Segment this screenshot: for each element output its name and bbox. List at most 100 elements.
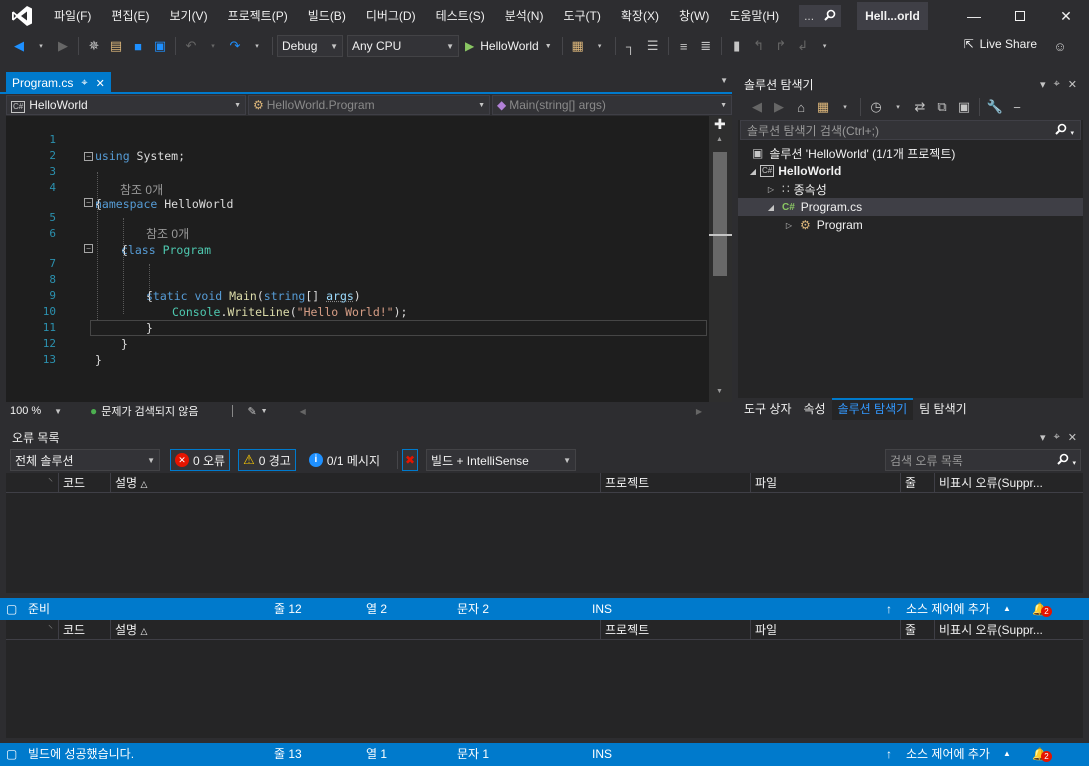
codelens-text[interactable]: 참조 0개 bbox=[120, 182, 163, 198]
column-header-file[interactable]: 파일 bbox=[750, 619, 900, 640]
undo-icon[interactable]: ↶ bbox=[181, 36, 201, 56]
column-header-project[interactable]: 프로젝트 bbox=[600, 619, 750, 640]
close-button[interactable]: ✕ bbox=[1043, 0, 1089, 32]
bookmark-icon[interactable]: ▮ bbox=[727, 36, 747, 56]
column-header-line[interactable]: 줄 bbox=[900, 472, 934, 493]
menu-build[interactable]: 빌드(B) bbox=[298, 0, 356, 32]
filter-current-document-button[interactable]: ✖ bbox=[401, 449, 419, 471]
column-filter-icon[interactable]: ⸌ bbox=[48, 473, 53, 493]
collapse-all-icon[interactable]: − bbox=[1007, 97, 1027, 117]
save-all-icon[interactable]: ▣ bbox=[150, 36, 170, 56]
tree-item-program-cs[interactable]: ◢ C# Program.cs bbox=[738, 198, 1083, 216]
chevron-down-icon[interactable]: ▼ bbox=[261, 408, 268, 415]
close-icon[interactable]: ✕ bbox=[1068, 78, 1077, 91]
platform-dropdown[interactable]: Any CPU ▼ bbox=[347, 35, 459, 57]
editor-vertical-scrollbar[interactable]: ✚ ▲ ▼ bbox=[709, 116, 732, 402]
maximize-button[interactable] bbox=[997, 0, 1043, 32]
column-header-suppression[interactable]: 비표시 오류(Suppr... bbox=[934, 619, 1064, 640]
project-nav-dropdown[interactable]: C# HelloWorld ▼ bbox=[6, 95, 246, 115]
collapse-icon[interactable]: − bbox=[84, 244, 93, 253]
solution-explorer-search[interactable]: 솔루션 탐색기 검색(Ctrl+;) ▾ bbox=[740, 120, 1081, 140]
collapsed-triangle-icon[interactable]: ▷ bbox=[782, 221, 796, 230]
tree-item-program-class[interactable]: ▷ ⚙ Program bbox=[738, 216, 1083, 234]
add-to-source-control-button[interactable]: 소스 제어에 추가 bbox=[906, 743, 990, 765]
uncomment-icon[interactable]: ≣ bbox=[696, 36, 716, 56]
new-project-icon[interactable]: ✵ bbox=[84, 36, 104, 56]
scroll-down-icon[interactable]: ▼ bbox=[716, 388, 723, 395]
dropdown-arrow-icon[interactable]: ▾ bbox=[590, 36, 610, 56]
class-nav-dropdown[interactable]: ⚙ HelloWorld.Program ▼ bbox=[248, 95, 490, 115]
column-filter-icon[interactable]: ⸌ bbox=[48, 620, 53, 640]
pin-icon[interactable]: ⌖ bbox=[1054, 431, 1060, 444]
back-icon[interactable]: ◀ bbox=[747, 97, 767, 117]
tab-team-explorer[interactable]: 팀 탐색기 bbox=[913, 398, 973, 420]
menu-debug[interactable]: 디버그(D) bbox=[356, 0, 426, 32]
column-header-suppression[interactable]: 비표시 오류(Suppr... bbox=[934, 472, 1064, 493]
show-all-files-icon[interactable]: ▣ bbox=[954, 97, 974, 117]
zoom-dropdown[interactable]: 100 % ▼ bbox=[6, 403, 66, 419]
member-nav-dropdown[interactable]: ◆ Main(string[] args) ▼ bbox=[492, 95, 732, 115]
build-filter-dropdown[interactable]: 빌드 + IntelliSense ▼ bbox=[426, 449, 577, 471]
codelens-text[interactable]: 참조 0개 bbox=[146, 226, 189, 242]
status-line[interactable]: 줄 13 bbox=[274, 743, 302, 765]
tree-item-project[interactable]: ◢ C# HelloWorld bbox=[738, 162, 1083, 180]
expanded-triangle-icon[interactable]: ◢ bbox=[746, 167, 760, 176]
menu-window[interactable]: 창(W) bbox=[669, 0, 719, 32]
menu-analyze[interactable]: 분석(N) bbox=[495, 0, 554, 32]
step-icon[interactable]: ┐ bbox=[621, 36, 641, 56]
live-share-button[interactable]: ⇱ Live Share bbox=[964, 37, 1037, 51]
status-char[interactable]: 문자 1 bbox=[457, 743, 489, 765]
back-icon[interactable]: ◀ bbox=[9, 36, 29, 56]
collapse-icon[interactable]: − bbox=[84, 198, 93, 207]
issues-status[interactable]: 문제가 검색되지 않음 bbox=[101, 403, 198, 419]
forward-icon[interactable]: ▶ bbox=[769, 97, 789, 117]
scroll-right-icon[interactable]: ▶ bbox=[696, 407, 702, 416]
column-header-code[interactable]: 코드 bbox=[58, 472, 110, 493]
status-insert-mode[interactable]: INS bbox=[592, 743, 612, 765]
menu-view[interactable]: 보기(V) bbox=[159, 0, 217, 32]
dropdown-arrow-icon[interactable]: ▾ bbox=[203, 36, 223, 56]
column-header-description[interactable]: 설명 △ bbox=[110, 472, 600, 493]
warnings-filter-button[interactable]: ⚠ 0 경고 bbox=[238, 449, 296, 471]
prev-bookmark-icon[interactable]: ↰ bbox=[749, 36, 769, 56]
menu-edit[interactable]: 편집(E) bbox=[101, 0, 159, 32]
pin-icon[interactable]: ⌖ bbox=[81, 77, 87, 90]
save-icon[interactable]: ■ bbox=[128, 36, 148, 56]
expanded-triangle-icon[interactable]: ◢ bbox=[764, 203, 778, 212]
dropdown-arrow-icon[interactable]: ▾ bbox=[31, 36, 51, 56]
sync-icon[interactable]: ⇄ bbox=[910, 97, 930, 117]
switch-views-icon[interactable]: ▦ bbox=[813, 97, 833, 117]
chevron-down-icon[interactable]: ▾ bbox=[1040, 431, 1046, 444]
tab-properties[interactable]: 속성 bbox=[798, 398, 832, 420]
tab-toolbox[interactable]: 도구 상자 bbox=[738, 398, 798, 420]
visual-studio-logo-icon[interactable] bbox=[0, 0, 44, 32]
chevron-down-icon[interactable]: ▾ bbox=[1040, 78, 1046, 91]
close-icon[interactable]: ✕ bbox=[96, 77, 105, 90]
tab-program-cs[interactable]: Program.cs ⌖ ✕ bbox=[6, 72, 111, 94]
clear-bookmarks-icon[interactable]: ↲ bbox=[793, 36, 813, 56]
collapsed-triangle-icon[interactable]: ▷ bbox=[764, 185, 778, 194]
menu-tools[interactable]: 도구(T) bbox=[553, 0, 610, 32]
next-bookmark-icon[interactable]: ↱ bbox=[771, 36, 791, 56]
add-to-source-control-button[interactable]: 소스 제어에 추가 bbox=[906, 598, 990, 620]
status-line[interactable]: 줄 12 bbox=[274, 598, 302, 620]
scroll-left-icon[interactable]: ◀ bbox=[300, 407, 306, 416]
scroll-up-icon[interactable]: ▲ bbox=[716, 136, 723, 143]
status-column[interactable]: 열 2 bbox=[366, 598, 387, 620]
menu-project[interactable]: 프로젝트(P) bbox=[218, 0, 298, 32]
configuration-dropdown[interactable]: Debug ▼ bbox=[277, 35, 343, 57]
menu-extensions[interactable]: 확장(X) bbox=[611, 0, 669, 32]
column-header-line[interactable]: 줄 bbox=[900, 619, 934, 640]
scrollbar-thumb[interactable] bbox=[713, 152, 727, 276]
column-header-code[interactable]: 코드 bbox=[58, 619, 110, 640]
home-icon[interactable]: ⌂ bbox=[791, 97, 811, 117]
tree-item-solution[interactable]: ▣ 솔루션 'HelloWorld' (1/1개 프로젝트) bbox=[738, 144, 1083, 162]
status-column[interactable]: 열 1 bbox=[366, 743, 387, 765]
task-list-icon[interactable]: ☰ bbox=[643, 36, 663, 56]
dropdown-arrow-icon[interactable]: ▾ bbox=[815, 36, 835, 56]
status-insert-mode[interactable]: INS bbox=[592, 598, 612, 620]
menu-test[interactable]: 테스트(S) bbox=[426, 0, 495, 32]
pin-icon[interactable]: ⌖ bbox=[1054, 78, 1060, 91]
dropdown-arrow-icon[interactable]: ▾ bbox=[888, 97, 908, 117]
minimize-button[interactable]: — bbox=[951, 0, 997, 32]
